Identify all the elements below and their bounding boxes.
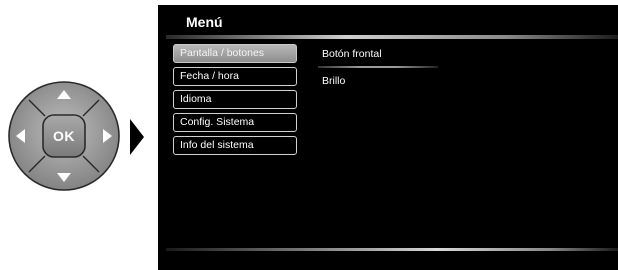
bottom-divider	[166, 248, 618, 251]
menu-title: Menú	[186, 14, 223, 30]
arrow-down-icon[interactable]	[57, 173, 71, 182]
device-screen: Menú Pantalla / botones Fecha / hora Idi…	[158, 5, 618, 270]
menu-list: Pantalla / botones Fecha / hora Idioma C…	[173, 44, 298, 159]
pointer-arrow-icon	[130, 119, 144, 155]
menu-item-idioma[interactable]: Idioma	[173, 90, 297, 109]
submenu-item-boton-frontal[interactable]: Botón frontal	[322, 47, 522, 61]
menu-item-fecha-hora[interactable]: Fecha / hora	[173, 67, 297, 86]
title-divider	[166, 35, 618, 39]
menu-item-pantalla-botones[interactable]: Pantalla / botones	[173, 44, 297, 63]
navigation-pad: OK	[7, 80, 121, 192]
submenu-divider	[318, 66, 438, 68]
submenu: Botón frontal Brillo	[318, 47, 522, 88]
submenu-item-brillo[interactable]: Brillo	[322, 74, 522, 88]
arrow-up-icon[interactable]	[57, 90, 71, 99]
arrow-right-icon[interactable]	[103, 129, 112, 143]
arrow-left-icon[interactable]	[16, 129, 25, 143]
menu-item-info-sistema[interactable]: Info del sistema	[173, 136, 297, 155]
menu-item-config-sistema[interactable]: Config. Sistema	[173, 113, 297, 132]
ok-button[interactable]: OK	[44, 116, 84, 156]
